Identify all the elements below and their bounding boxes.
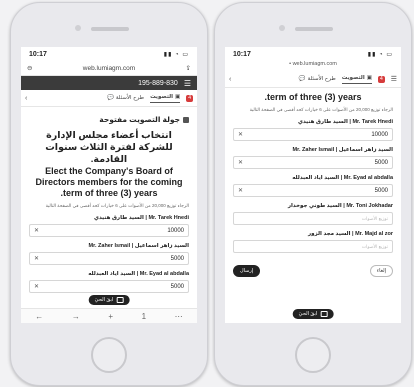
stop-stream-label: ابقَ الحيَ: [298, 311, 318, 317]
vote-placeholder[interactable]: توزيع الأصوات: [238, 244, 388, 250]
poll-open-label: جولة التصويت مفتوحة: [99, 115, 180, 124]
vote-input[interactable]: ✕ 5000: [233, 156, 393, 169]
phone-number-bar: 195-889-830 ☰: [21, 76, 197, 90]
right-screen: 10:17 ▮▮ ◔ ▭ • web.lumiagm.com ‹ 💬 طرح ا…: [225, 47, 401, 323]
right-phone-frame: 10:17 ▮▮ ◔ ▭ • web.lumiagm.com ‹ 💬 طرح ا…: [214, 2, 412, 386]
vote-hint: الرجاء توزيع 20,000 من الأصوات على 6 خيا…: [45, 203, 189, 208]
stop-stream-button[interactable]: ابقَ الحيَ: [88, 295, 130, 305]
cast-icon: [320, 311, 328, 317]
speaker-grille: [91, 27, 129, 31]
chat-icon: 💬: [298, 76, 306, 82]
lock-icon: •: [289, 61, 292, 67]
vote-value[interactable]: 5000: [243, 188, 388, 194]
tab-voting-badge: 4: [377, 75, 385, 83]
resolution-title-arabic: انتخاب أعضاء مجلس الإدارة للشركة لفترة ا…: [45, 130, 173, 165]
candidate-label: Mr. Tarek Hnedi | السيد طارق هنيدي: [297, 119, 393, 125]
tab-questions-label: طرح الأسئلة: [307, 76, 336, 82]
vote-input[interactable]: ✕ 10000: [29, 224, 189, 237]
candidate-label: Mr. Majd al zor | السيد مجد الزور: [307, 231, 393, 237]
menu-icon[interactable]: ☰: [184, 79, 191, 88]
vote-value[interactable]: 5000: [39, 284, 184, 290]
phone-number: 195-889-830: [138, 79, 178, 87]
status-time: 10:17: [29, 50, 47, 58]
status-bar: 10:17 ▮▮ ◔ ▭: [21, 47, 197, 61]
more-icon[interactable]: ⋯: [175, 312, 183, 321]
candidate-label: Mr. Toni Jokhadar | السيد طوني جوخدار: [287, 203, 393, 209]
chat-icon: 💬: [107, 95, 114, 101]
home-button[interactable]: [295, 337, 331, 373]
vote-placeholder[interactable]: توزيع الأصوات: [238, 216, 388, 222]
left-screen: 10:17 ▮▮ ◔ ▭ ⊖ web.lumiagm.com ⇪ 195-889…: [21, 47, 197, 323]
tab-questions-label: طرح الأسئلة: [115, 95, 145, 101]
browser-url-bar[interactable]: ⊖ web.lumiagm.com ⇪: [21, 61, 197, 76]
tab-bar: ‹ 💬 طرح الأسئلة التصويت ▣ 4: [21, 90, 197, 107]
candidate-label: Mr. Eyad al abdalla | السيد اياد العبدلل…: [292, 175, 393, 181]
vote-input[interactable]: توزيع الأصوات: [233, 240, 393, 253]
browser-toolbar: ← → + 1 ⋯: [21, 308, 197, 323]
candidate-label: السيد زاهر اسماعيل | Mr. Zaher Ismail: [292, 147, 393, 153]
speaker-grille: [295, 27, 333, 31]
submit-button[interactable]: إرسال: [233, 265, 261, 277]
tab-voting-label: التصويت: [341, 74, 365, 81]
vote-value[interactable]: 10000: [39, 228, 184, 234]
form-actions: إرسال إلغاء: [233, 265, 393, 277]
vote-value[interactable]: 5000: [243, 160, 388, 166]
vote-value[interactable]: 10000: [243, 132, 388, 138]
camera-dot: [279, 25, 285, 31]
home-button[interactable]: [91, 337, 127, 373]
candidate-label: Mr. Tarek Hnedi | السيد طارق هنيدي: [93, 215, 189, 221]
vote-input[interactable]: ✕ 10000: [233, 128, 393, 141]
poll-open-heading: جولة التصويت مفتوحة: [29, 115, 189, 124]
browser-url-compact[interactable]: • web.lumiagm.com: [225, 61, 401, 71]
tab-voting-label: التصويت: [150, 93, 174, 100]
voting-content: .term of three (3) years الرجاء توزيع 20…: [225, 88, 401, 281]
resolution-title-english: .term of three (3) years: [264, 92, 362, 102]
vote-input[interactable]: ✕ 5000: [29, 252, 189, 265]
stop-stream-button[interactable]: ابقَ الحيَ: [292, 309, 334, 319]
candidate-label: Mr. Eyad al abdalla | السيد اياد العبدلل…: [88, 271, 189, 277]
candidate-label: السيد زاهر اسماعيل | Mr. Zaher Ismail: [88, 243, 189, 249]
back-chevron-icon[interactable]: ‹: [229, 76, 231, 83]
tab-bar: ‹ 💬 طرح الأسئلة التصويت ▣ 4 ☰: [225, 71, 401, 88]
tab-questions[interactable]: 💬 طرح الأسئلة: [107, 95, 144, 101]
status-bar: 10:17 ▮▮ ◔ ▭: [225, 47, 401, 61]
status-icons: ▮▮ ◔ ▭: [163, 51, 189, 58]
poll-icon: [183, 116, 189, 123]
ballot-icon: ▣: [366, 74, 372, 81]
left-phone-frame: 10:17 ▮▮ ◔ ▭ ⊖ web.lumiagm.com ⇪ 195-889…: [10, 2, 208, 386]
new-tab-icon[interactable]: +: [108, 312, 113, 321]
forward-arrow-icon[interactable]: →: [72, 312, 80, 321]
status-time: 10:17: [233, 50, 251, 58]
resolution-title-english: Elect the Company's Board of Directors m…: [35, 166, 183, 198]
back-chevron-icon[interactable]: ‹: [25, 95, 27, 102]
stop-stream-label: ابقَ الحيَ: [94, 297, 114, 303]
vote-hint: الرجاء توزيع 20,000 من الأصوات على 6 خيا…: [249, 107, 393, 112]
url-text[interactable]: web.lumiagm.com: [32, 65, 185, 72]
cancel-button[interactable]: إلغاء: [369, 265, 393, 277]
back-arrow-icon[interactable]: ←: [35, 312, 43, 321]
vote-input[interactable]: توزيع الأصوات: [233, 212, 393, 225]
tab-voting[interactable]: التصويت ▣: [341, 74, 372, 84]
tab-voting[interactable]: التصويت ▣: [150, 93, 181, 103]
tab-voting-badge: 4: [186, 94, 193, 102]
status-icons: ▮▮ ◔ ▭: [367, 51, 393, 58]
share-icon[interactable]: ⇪: [186, 64, 191, 72]
voting-content: جولة التصويت مفتوحة انتخاب أعضاء مجلس ال…: [21, 107, 197, 297]
tab-count-icon[interactable]: 1: [142, 312, 146, 321]
menu-icon[interactable]: ☰: [391, 75, 397, 83]
vote-value[interactable]: 5000: [39, 256, 184, 262]
tab-questions[interactable]: 💬 طرح الأسئلة: [299, 76, 336, 82]
vote-input[interactable]: ✕ 5000: [29, 280, 189, 293]
ballot-icon: ▣: [175, 93, 181, 100]
vote-input[interactable]: ✕ 5000: [233, 184, 393, 197]
cast-icon: [116, 297, 124, 303]
camera-dot: [75, 25, 81, 31]
url-text[interactable]: web.lumiagm.com: [293, 61, 337, 67]
